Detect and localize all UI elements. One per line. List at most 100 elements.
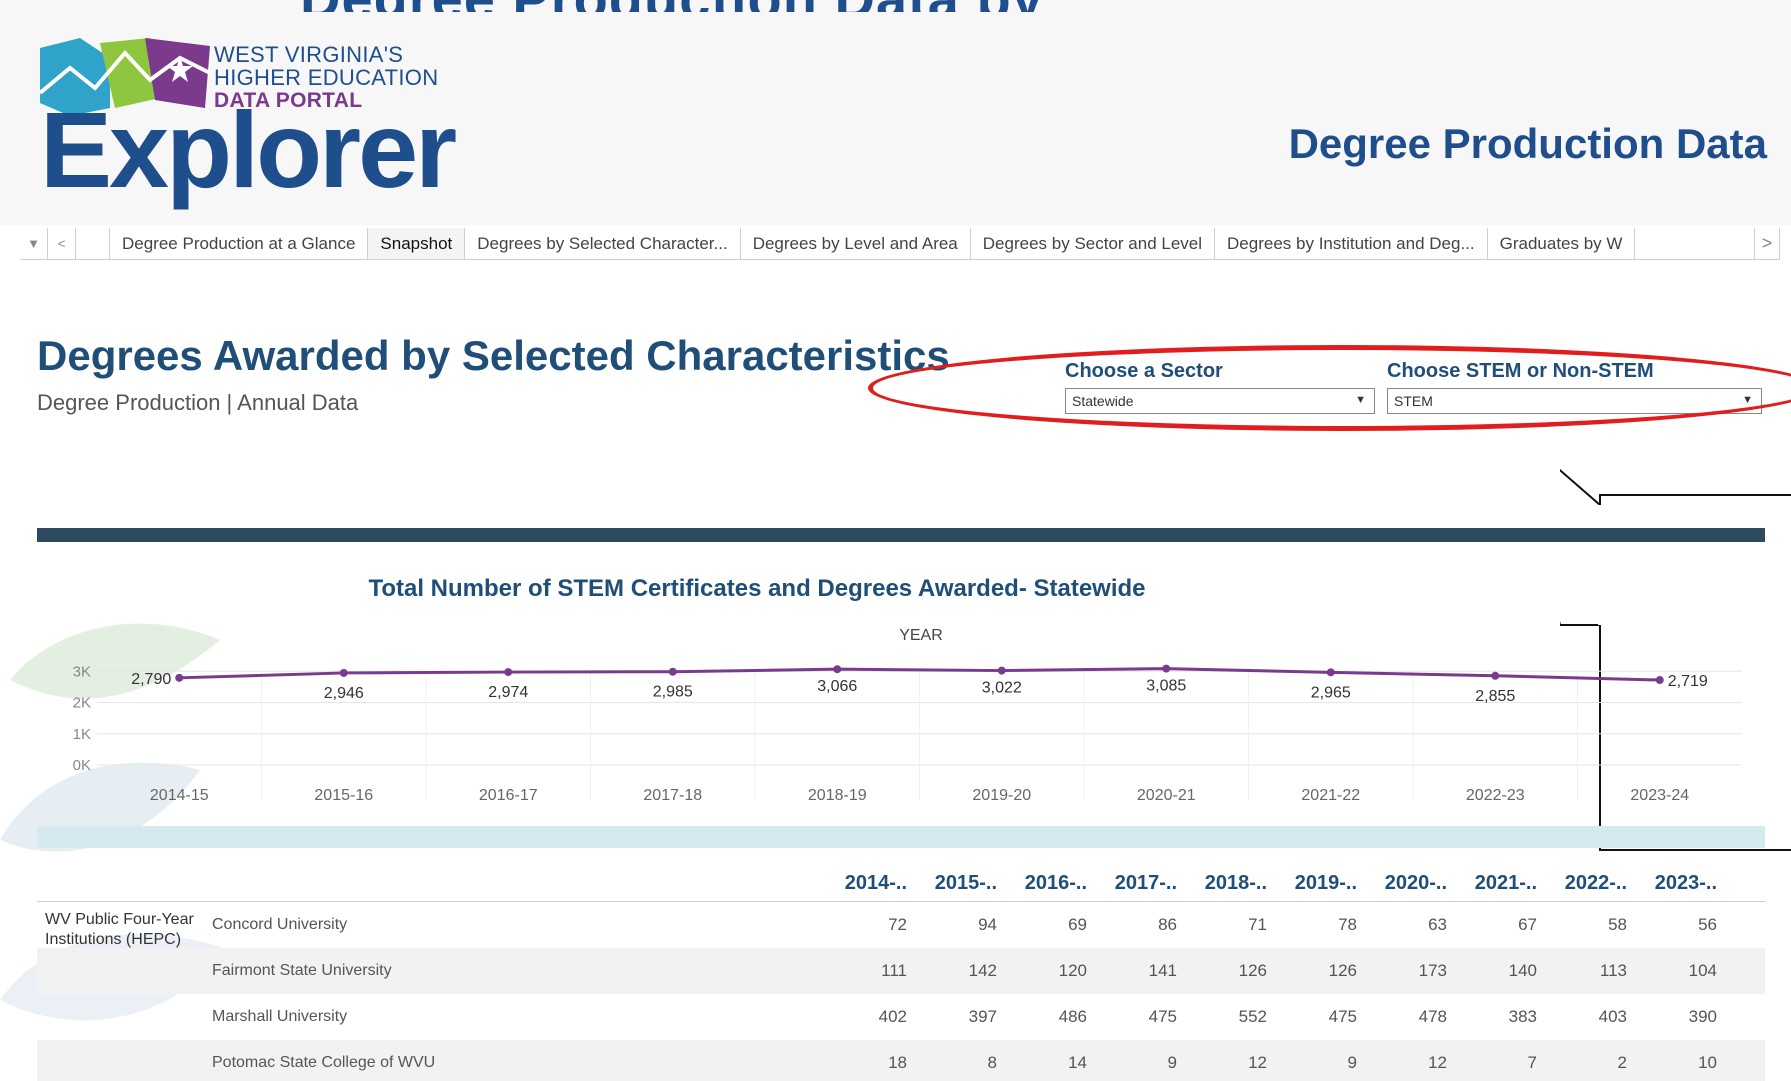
table-header-row: 2014-.. 2015-.. 2016-.. 2017-.. 2018-.. 2019-… [37,866,1765,902]
x-tick-label: 2020-21 [1137,787,1196,804]
x-tick-label: 2017-18 [643,787,702,804]
data-point[interactable] [1655,676,1664,685]
dashboard-subtitle: Degree Production | Annual Data [37,390,359,415]
tab-degrees-by-sector-and-level[interactable]: Degrees by Sector and Level [971,228,1216,259]
table-cell: 71 [1248,915,1267,934]
tab-graduates-by[interactable]: Graduates by W [1488,228,1636,259]
table-cell: 120 [1058,961,1087,980]
logo-text-line2: HIGHER EDUCATION [214,65,439,90]
degrees-table: 2014-.. 2015-.. 2016-.. 2017-.. 2018-.. 2019-… [37,866,1765,1081]
x-tick-label: 2014-15 [150,787,209,804]
x-tick-label: 2016-17 [479,787,538,804]
table-row: WV Public Four-Year Institutions (HEPC) C… [37,902,1765,948]
data-label: 3,066 [817,678,857,695]
data-point[interactable] [175,673,184,682]
table-cell: 475 [1148,1007,1177,1026]
data-label: 2,985 [653,684,693,701]
data-label: 2,855 [1475,688,1515,705]
table-row: Potomac State College of WVU 18 8 14 9 12 9 12 7… [37,1040,1765,1081]
x-tick-label: 2019-20 [972,787,1031,804]
table-cell: 9 [1167,1053,1177,1072]
tab-degrees-by-level-and-area[interactable]: Degrees by Level and Area [741,228,971,259]
data-label: 3,022 [982,680,1022,697]
table-cell: 2 [1617,1053,1627,1072]
tab-prev-chevron-left-icon[interactable]: < [48,228,76,259]
table-cell: 142 [968,961,997,980]
tab-degree-production-at-a-glance[interactable]: Degree Production at a Glance [110,228,369,259]
tab-menu-caret-down-icon[interactable]: ▼ [20,228,48,259]
table-cell: 104 [1688,961,1717,980]
table-body: WV Public Four-Year Institutions (HEPC) C… [37,902,1765,1081]
table-cell: 111 [881,961,907,980]
institution-name: Marshall University [212,1008,348,1025]
y-tick-label: 1K [73,726,91,743]
chart-table-separator [37,826,1765,848]
table-cell: 67 [1518,915,1537,934]
data-point[interactable] [504,668,513,677]
logo-wordmark: Explorer [40,89,457,210]
table-cell: 126 [1328,961,1357,980]
table-cell: 141 [1148,961,1177,980]
data-point[interactable] [997,666,1006,675]
table-cell: 72 [888,915,907,934]
tab-degrees-by-selected-characteristics[interactable]: Degrees by Selected Character... [465,228,741,259]
data-point[interactable] [1491,671,1500,680]
table-cell: 126 [1238,961,1267,980]
portal-header: Degree Production Data by WEST VIRGINIA'… [0,0,1791,225]
data-point[interactable] [1326,668,1335,677]
data-label: 2,974 [488,684,528,701]
table-cell: 403 [1598,1007,1627,1026]
tab-snapshot[interactable]: Snapshot [368,228,466,259]
institution-name: Concord University [212,916,348,933]
table-cell: 113 [1599,961,1627,980]
cut-off-title: Degree Production Data by [300,0,1520,12]
column-header[interactable]: 2018-.. [1177,872,1267,895]
section-divider-bar [37,528,1765,542]
table-cell: 10 [1698,1053,1717,1072]
data-point[interactable] [339,668,348,677]
column-header[interactable]: 2019-.. [1267,872,1357,895]
x-tick-label: 2022-23 [1466,787,1525,804]
column-header[interactable]: 2015-.. [907,872,997,895]
table-cell: 486 [1058,1007,1087,1026]
page-heading: Degree Production Data [1288,120,1767,167]
institution-name: Fairmont State University [212,962,392,979]
column-header[interactable]: 2020-.. [1357,872,1447,895]
table-row: Fairmont State University 111 142 120 141 126… [37,948,1765,994]
table-cell: 86 [1158,915,1177,934]
tab-next-chevron-right-icon[interactable]: > [1754,228,1780,259]
column-header[interactable]: 2014-.. [817,872,907,895]
table-cell: 383 [1508,1007,1537,1026]
data-point[interactable] [833,665,842,674]
data-point[interactable] [1162,664,1171,673]
chart-y-ticks: 3K 2K 1K 0K [73,663,91,774]
x-tick-label: 2021-22 [1301,787,1360,804]
table-cell: 552 [1238,1007,1267,1026]
chart-x-axis-label: YEAR [899,627,943,644]
column-header[interactable]: 2017-.. [1087,872,1177,895]
x-tick-label: 2015-16 [314,787,373,804]
column-header[interactable]: 2016-.. [997,872,1087,895]
data-label: 3,085 [1146,678,1186,695]
data-label: 2,790 [131,671,171,688]
tab-degrees-by-institution-and-degree[interactable]: Degrees by Institution and Deg... [1215,228,1488,259]
dashboard-title: Degrees Awarded by Selected Characterist… [37,332,950,379]
data-label: 2,719 [1668,673,1708,690]
column-header[interactable]: 2021-.. [1447,872,1537,895]
table-cell: 397 [968,1007,997,1026]
table-cell: 7 [1527,1053,1537,1072]
column-header[interactable]: 2022-.. [1537,872,1627,895]
x-tick-label: 2023-24 [1630,787,1689,804]
table-cell: 140 [1508,961,1537,980]
table-cell: 173 [1418,961,1447,980]
y-tick-label: 3K [73,663,91,680]
table-cell: 94 [978,915,997,934]
table-cell: 14 [1068,1053,1087,1072]
data-point[interactable] [668,667,677,676]
table-cell: 478 [1418,1007,1447,1026]
table-cell: 63 [1428,915,1447,934]
table-cell: 78 [1338,915,1357,934]
y-tick-label: 2K [73,695,91,712]
red-highlight-ellipse [868,345,1791,431]
column-header[interactable]: 2023-.. [1627,872,1717,895]
